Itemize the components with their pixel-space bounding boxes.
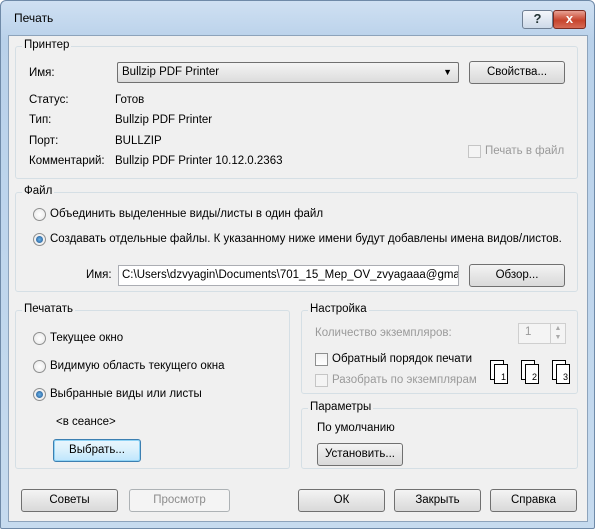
comment-label: Комментарий: [29,155,105,167]
visible-area-label: Видимую область текущего окна [50,360,225,372]
help-button[interactable]: Справка [490,489,577,512]
print-dialog-window: Печать ? x Принтер Имя: Bullzip PDF Prin… [0,0,595,529]
preview-button[interactable]: Просмотр [129,489,230,512]
selected-views-radio[interactable] [33,388,46,401]
status-label: Статус: [29,94,69,106]
file-group: Файл Объединить выделенные виды/листы в … [15,185,578,292]
separate-files-label: Создавать отдельные файлы. К указанному … [50,233,562,245]
settings-group-title: Настройка [308,303,369,315]
parameters-group-title: Параметры [308,401,374,413]
current-window-radio[interactable] [33,332,46,345]
file-name-value: C:\Users\dzvyagin\Documents\701_15_Мер_O… [122,269,459,281]
print-range-group: Печатать Текущее окно Видимую область те… [15,303,290,469]
page-icon: 1 [494,364,508,384]
tips-button[interactable]: Советы [21,489,118,512]
separate-files-radio[interactable] [33,233,46,246]
page-icon: 2 [525,364,539,384]
copies-value: 1 [525,326,532,338]
file-group-title: Файл [22,185,55,197]
collate-checkbox[interactable] [315,374,328,387]
reverse-order-label: Обратный порядок печати [332,353,473,365]
help-title-button[interactable]: ? [522,10,553,29]
combine-label: Объединить выделенные виды/листы в один … [50,208,324,220]
current-window-label: Текущее окно [50,332,124,344]
port-value: BULLZIP [115,135,162,147]
print-to-file-checkbox[interactable] [468,145,481,158]
printer-name-select[interactable]: Bullzip PDF Printer ▼ [117,62,459,83]
select-button[interactable]: Выбрать... [53,439,141,462]
file-name-label: Имя: [86,269,112,281]
printer-name-value: Bullzip PDF Printer [122,66,220,78]
comment-value: Bullzip PDF Printer 10.12.0.2363 [115,155,283,167]
title-bar[interactable]: Печать ? x [1,1,594,35]
spin-arrows-icon[interactable]: ▲ ▼ [550,324,565,343]
type-value: Bullzip PDF Printer [115,114,213,126]
setup-button[interactable]: Установить... [317,443,403,466]
window-title: Печать [14,11,54,25]
chevron-down-icon: ▼ [443,67,452,77]
file-name-input[interactable]: C:\Users\dzvyagin\Documents\701_15_Мер_O… [118,265,459,286]
parameters-group: Параметры По умолчанию Установить... [301,401,578,469]
selected-views-label: Выбранные виды или листы [50,388,202,400]
reverse-order-checkbox[interactable] [315,353,328,366]
printer-group-title: Принтер [22,39,72,51]
ok-button[interactable]: ОК [298,489,385,512]
combine-radio[interactable] [33,208,46,221]
type-label: Тип: [29,114,52,126]
printer-group: Принтер Имя: Bullzip PDF Printer ▼ Свойс… [15,39,578,179]
page-icon: 3 [556,364,570,384]
print-to-file-label: Печать в файл [485,145,565,157]
properties-button[interactable]: Свойства... [469,61,565,84]
session-text: <в сеансе> [56,416,116,428]
printer-name-label: Имя: [29,67,55,79]
close-window-button[interactable]: x [553,10,586,29]
collate-label: Разобрать по экземплярам [332,374,477,386]
print-range-group-title: Печатать [22,303,75,315]
settings-group: Настройка Количество экземпляров: 1 ▲ ▼ О… [301,303,578,394]
port-label: Порт: [29,135,59,147]
copies-label: Количество экземпляров: [315,327,452,339]
status-value: Готов [115,94,145,106]
parameters-value: По умолчанию [317,422,395,434]
close-button[interactable]: Закрыть [394,489,481,512]
browse-button[interactable]: Обзор... [469,264,565,287]
dialog-body: Принтер Имя: Bullzip PDF Printer ▼ Свойс… [8,35,588,522]
visible-area-radio[interactable] [33,360,46,373]
copies-stepper[interactable]: 1 ▲ ▼ [518,323,566,344]
